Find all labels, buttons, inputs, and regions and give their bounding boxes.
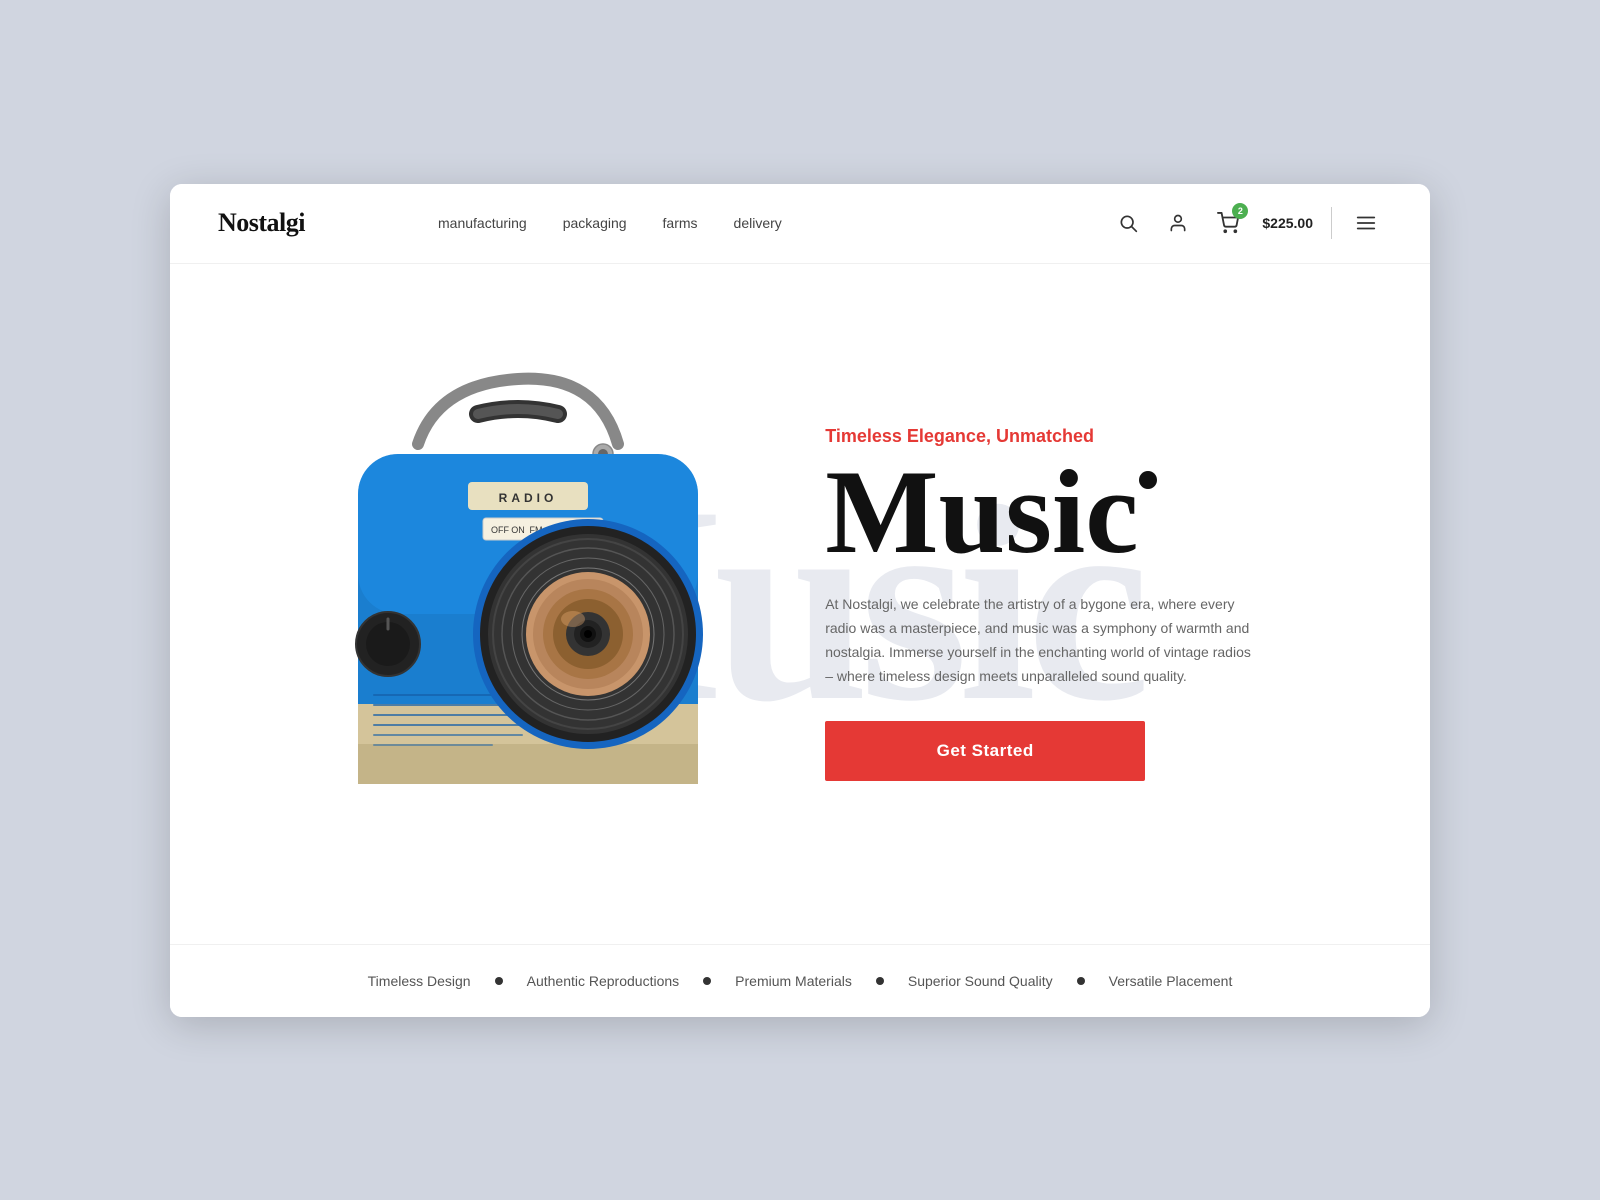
hero-section: Music: [170, 264, 1430, 944]
header-divider: [1331, 207, 1332, 239]
footer-dot-0: [495, 977, 503, 985]
header: Nostalgi manufacturing packaging farms d…: [170, 184, 1430, 264]
nav-delivery[interactable]: delivery: [734, 215, 782, 231]
menu-button[interactable]: [1350, 207, 1382, 239]
price-display: $225.00: [1262, 215, 1313, 231]
footer-dot-1: [703, 977, 711, 985]
search-button[interactable]: [1112, 207, 1144, 239]
browser-window: Nostalgi manufacturing packaging farms d…: [170, 184, 1430, 1017]
hero-tagline: Timeless Elegance, Unmatched: [825, 426, 1370, 447]
footer-item-3: Superior Sound Quality: [908, 973, 1053, 989]
nav-manufacturing[interactable]: manufacturing: [438, 215, 527, 231]
radio-svg-wrapper: RADIO OFF ON FM AM: [278, 354, 758, 854]
hero-text: Timeless Elegance, Unmatched Music At No…: [825, 426, 1430, 780]
footer-strip: Timeless Design Authentic Reproductions …: [170, 944, 1430, 1017]
title-dot: [1139, 471, 1157, 489]
svg-text:OFF: OFF: [491, 525, 509, 535]
svg-text:RADIO: RADIO: [498, 491, 557, 505]
logo: Nostalgi: [218, 208, 358, 238]
radio-image-container: RADIO OFF ON FM AM: [170, 334, 825, 874]
search-icon: [1118, 213, 1138, 233]
nav-farms[interactable]: farms: [663, 215, 698, 231]
footer-dot-2: [876, 977, 884, 985]
vintage-radio-svg: RADIO OFF ON FM AM: [278, 354, 758, 854]
footer-item-4: Versatile Placement: [1109, 973, 1233, 989]
hero-title: Music: [825, 455, 1370, 569]
footer-item-0: Timeless Design: [368, 973, 471, 989]
cart-badge: 2: [1232, 203, 1248, 219]
user-button[interactable]: [1162, 207, 1194, 239]
cart-button[interactable]: 2: [1212, 207, 1244, 239]
header-actions: 2 $225.00: [1112, 207, 1382, 239]
main-nav: manufacturing packaging farms delivery: [438, 215, 782, 231]
nav-packaging[interactable]: packaging: [563, 215, 627, 231]
hero-description: At Nostalgi, we celebrate the artistry o…: [825, 593, 1255, 688]
user-icon: [1168, 213, 1188, 233]
cta-button[interactable]: Get Started: [825, 721, 1145, 781]
hero-content: RADIO OFF ON FM AM: [170, 294, 1430, 914]
menu-icon: [1355, 212, 1377, 234]
svg-text:ON: ON: [511, 525, 525, 535]
footer-dot-3: [1077, 977, 1085, 985]
footer-item-1: Authentic Reproductions: [527, 973, 680, 989]
footer-item-2: Premium Materials: [735, 973, 852, 989]
